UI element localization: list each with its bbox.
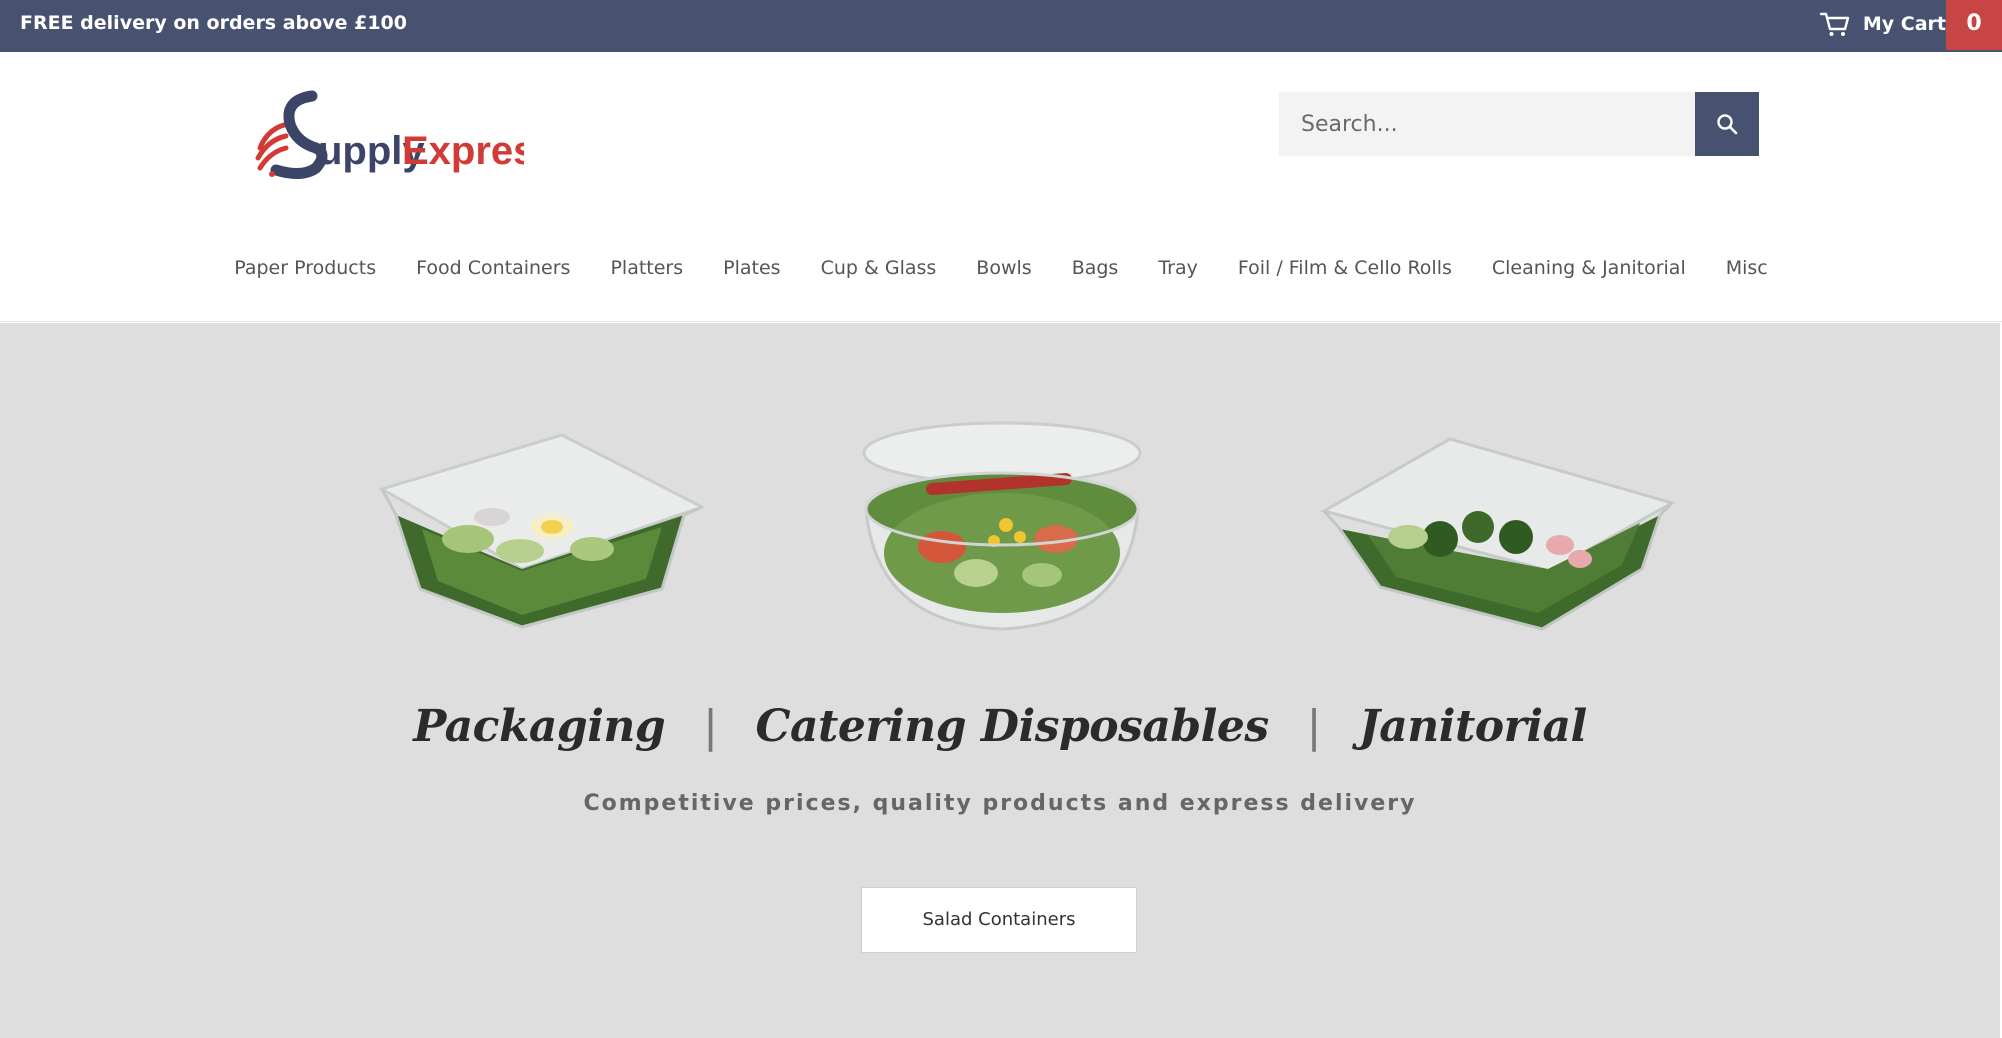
hero-banner: Packaging | Catering Disposables | Janitoria…	[0, 323, 2000, 1038]
nav-item-cleaning-janitorial[interactable]: Cleaning & Janitorial	[1472, 248, 1706, 288]
supply-express-logo[interactable]: upply Express	[254, 90, 524, 180]
cart-icon	[1819, 12, 1850, 36]
salad-clamshell-image	[378, 433, 706, 629]
cart-count-badge[interactable]: 0	[1946, 0, 2002, 50]
category-nav: Paper Products Food Containers Platters …	[0, 248, 2002, 288]
headline-separator: |	[703, 701, 718, 752]
hero-headline: Packaging | Catering Disposables | Janitoria…	[0, 701, 2000, 752]
my-cart-label: My Cart	[1862, 13, 1946, 35]
nav-item-platters[interactable]: Platters	[590, 248, 703, 288]
search-bar	[1279, 92, 1759, 156]
search-input[interactable]	[1279, 92, 1695, 156]
top-bar: FREE delivery on orders above £100 My Ca…	[0, 0, 2002, 52]
site-header: upply Express Paper Products Food Contai…	[0, 52, 2002, 322]
headline-separator: |	[1306, 701, 1322, 752]
nav-item-paper-products[interactable]: Paper Products	[214, 248, 396, 288]
headline-janitorial: Janitorial	[1358, 701, 1587, 752]
nav-item-cup-glass[interactable]: Cup & Glass	[801, 248, 957, 288]
salad-hoagie-container-image	[1320, 437, 1676, 631]
hero-tagline: Competitive prices, quality products and…	[583, 791, 1417, 816]
nav-item-food-containers[interactable]: Food Containers	[396, 248, 590, 288]
my-cart-link[interactable]: My Cart	[1819, 0, 1946, 52]
logo-text-express: Express	[402, 129, 524, 173]
salad-bowl-image	[862, 421, 1142, 631]
nav-item-bowls[interactable]: Bowls	[956, 248, 1051, 288]
headline-catering-disposables: Catering Disposables	[755, 701, 1270, 752]
headline-packaging: Packaging	[413, 701, 666, 752]
search-icon	[1717, 114, 1738, 135]
nav-item-misc[interactable]: Misc	[1706, 248, 1788, 288]
nav-item-foil-film-cello-rolls[interactable]: Foil / Film & Cello Rolls	[1218, 248, 1472, 288]
free-delivery-banner: FREE delivery on orders above £100	[20, 12, 407, 34]
nav-item-tray[interactable]: Tray	[1138, 248, 1218, 288]
salad-containers-button[interactable]: Salad Containers	[861, 887, 1137, 953]
nav-item-bags[interactable]: Bags	[1052, 248, 1139, 288]
nav-item-plates[interactable]: Plates	[703, 248, 800, 288]
search-button[interactable]	[1695, 92, 1759, 156]
